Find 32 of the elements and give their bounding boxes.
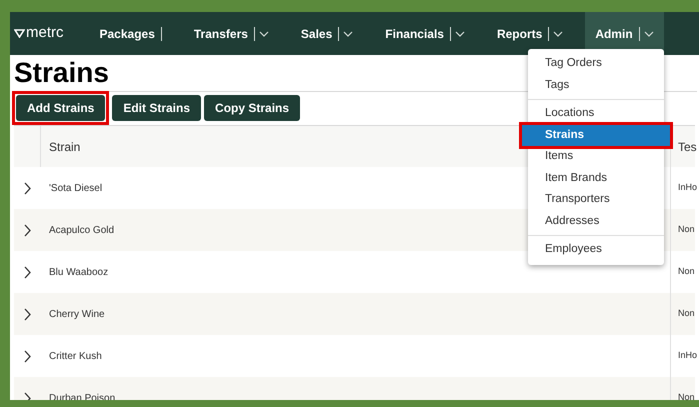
menu-item[interactable]: Strains xyxy=(522,124,670,146)
menu-item[interactable]: Locations xyxy=(528,103,664,124)
expand-chevron-icon[interactable] xyxy=(24,350,31,362)
menu-item[interactable]: Tags xyxy=(528,74,664,96)
metrc-logo[interactable]: metrc xyxy=(14,22,64,45)
menu-item[interactable]: Items xyxy=(528,146,664,168)
logo-text: metrc xyxy=(26,23,64,44)
page-title: Strains xyxy=(14,56,109,90)
table-cell-text: Non xyxy=(677,307,695,320)
expand-chevron-icon[interactable] xyxy=(24,266,31,278)
nav-menu-item[interactable]: Financials xyxy=(375,12,475,55)
menu-item[interactable]: Transporters xyxy=(528,189,664,210)
table-cell-text: InHo xyxy=(677,349,695,362)
expand-chevron-icon[interactable] xyxy=(24,182,31,194)
logo-mark-icon xyxy=(14,29,25,38)
toolbar-button[interactable]: Edit Strains xyxy=(112,95,202,121)
table-cell-text: Non xyxy=(677,223,695,236)
column-header[interactable]: Tes xyxy=(671,126,695,167)
menu-item[interactable]: Tag Orders xyxy=(528,53,664,74)
nav-menu-item[interactable]: Reports xyxy=(486,12,574,55)
table-cell-text: Non xyxy=(677,265,695,278)
expand-chevron-icon[interactable] xyxy=(24,308,31,320)
toolbar-button[interactable]: Copy Strains xyxy=(204,95,300,121)
nav-menu-item[interactable]: Transfers xyxy=(184,12,279,55)
nav-menu-item[interactable]: Sales xyxy=(290,12,364,55)
table-cell-text: Non xyxy=(677,391,695,400)
menu-item[interactable]: Item Brands xyxy=(528,168,664,189)
expand-chevron-icon[interactable] xyxy=(24,224,31,236)
toolbar-button[interactable]: Add Strains xyxy=(16,95,106,121)
menu-item[interactable]: Addresses xyxy=(528,210,664,232)
table-cell-text: InHo xyxy=(677,181,695,194)
nav-menu-item[interactable]: Packages xyxy=(90,12,172,55)
